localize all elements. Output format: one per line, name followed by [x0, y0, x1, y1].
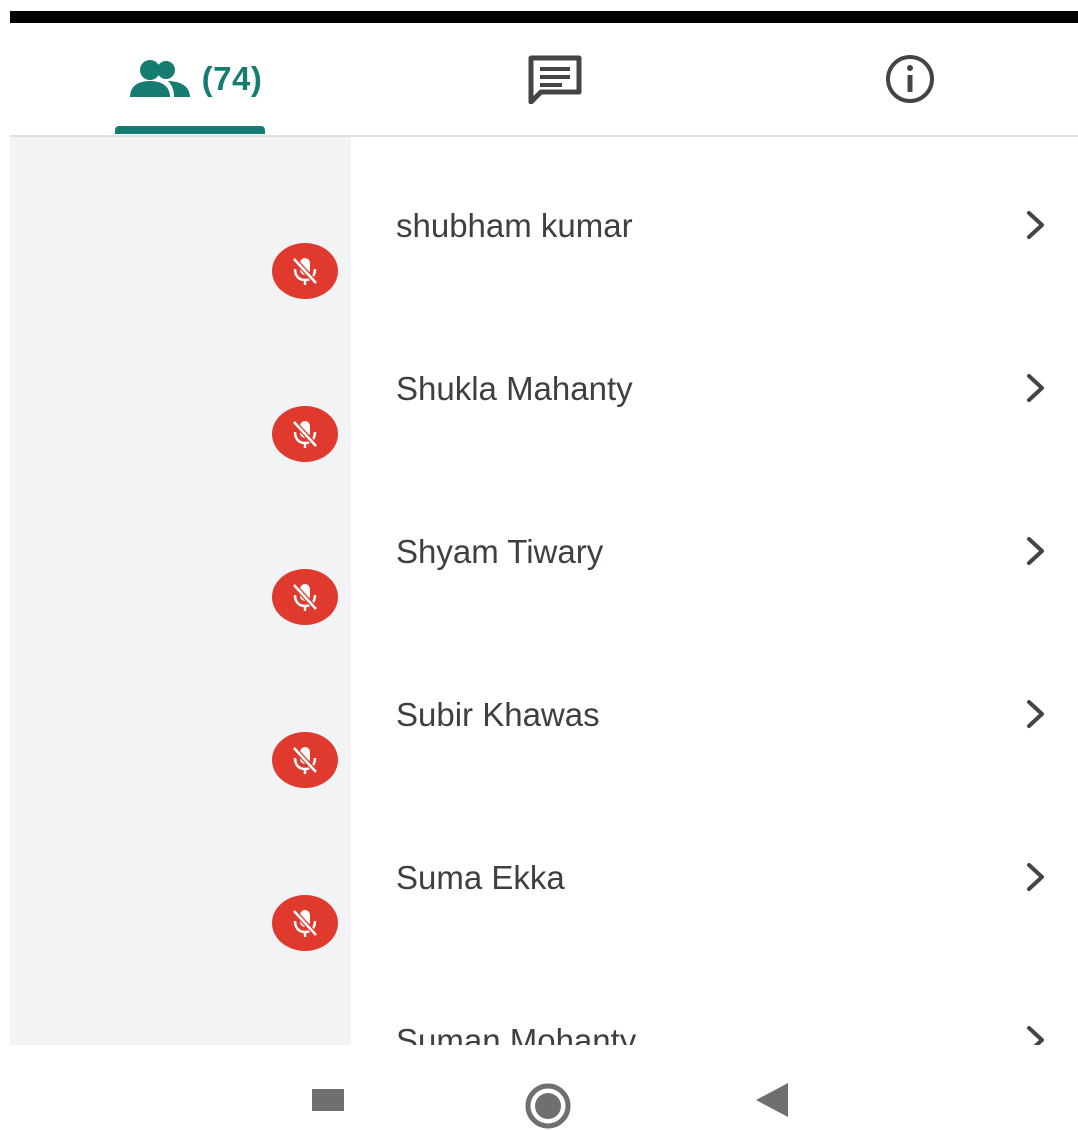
chevron-right-icon[interactable] — [1024, 209, 1048, 241]
home-button[interactable] — [524, 1082, 572, 1130]
tab-bar: (74) — [10, 23, 1078, 137]
mic-off-icon — [272, 243, 338, 299]
participant-row[interactable]: Shukla Mahanty — [10, 300, 1078, 463]
chevron-right-icon[interactable] — [1024, 535, 1048, 567]
mic-off-icon — [272, 895, 338, 951]
participant-row[interactable]: shubham kumar — [10, 137, 1078, 300]
mic-off-icon — [272, 406, 338, 462]
people-icon — [129, 60, 190, 97]
mic-off-icon — [272, 732, 338, 788]
status-bar — [10, 11, 1078, 23]
participant-name: shubham kumar — [396, 207, 633, 244]
participant-name: Shukla Mahanty — [396, 370, 633, 407]
participant-name: Suma Ekka — [396, 859, 565, 896]
participant-name: Subir Khawas — [396, 696, 600, 733]
participant-row[interactable]: Suman Mohanty — [10, 952, 1078, 1045]
back-button[interactable] — [754, 1083, 790, 1117]
recents-button[interactable] — [312, 1089, 344, 1111]
navigation-bar — [0, 1045, 1078, 1129]
tab-info[interactable] — [870, 23, 950, 135]
participant-count: (74) — [201, 60, 263, 97]
tab-people[interactable]: (74) — [110, 23, 280, 135]
participant-list: shubham kumar Shukla Mahanty Shyam Tiwar… — [10, 137, 1078, 1045]
chevron-right-icon[interactable] — [1024, 861, 1048, 893]
chevron-right-icon[interactable] — [1024, 1024, 1048, 1045]
participant-row[interactable]: Suma Ekka — [10, 789, 1078, 952]
participant-row[interactable]: Subir Khawas — [10, 626, 1078, 789]
screen-edge — [0, 0, 10, 1111]
tab-chat[interactable] — [515, 23, 595, 135]
mic-off-icon — [272, 569, 338, 625]
active-tab-indicator — [115, 126, 265, 134]
participant-name: Shyam Tiwary — [396, 533, 604, 570]
participant-row[interactable]: Shyam Tiwary — [10, 463, 1078, 626]
info-icon — [886, 55, 934, 103]
chevron-right-icon[interactable] — [1024, 698, 1048, 730]
chat-icon — [528, 55, 582, 104]
chevron-right-icon[interactable] — [1024, 372, 1048, 404]
participant-name: Suman Mohanty — [396, 1022, 637, 1045]
